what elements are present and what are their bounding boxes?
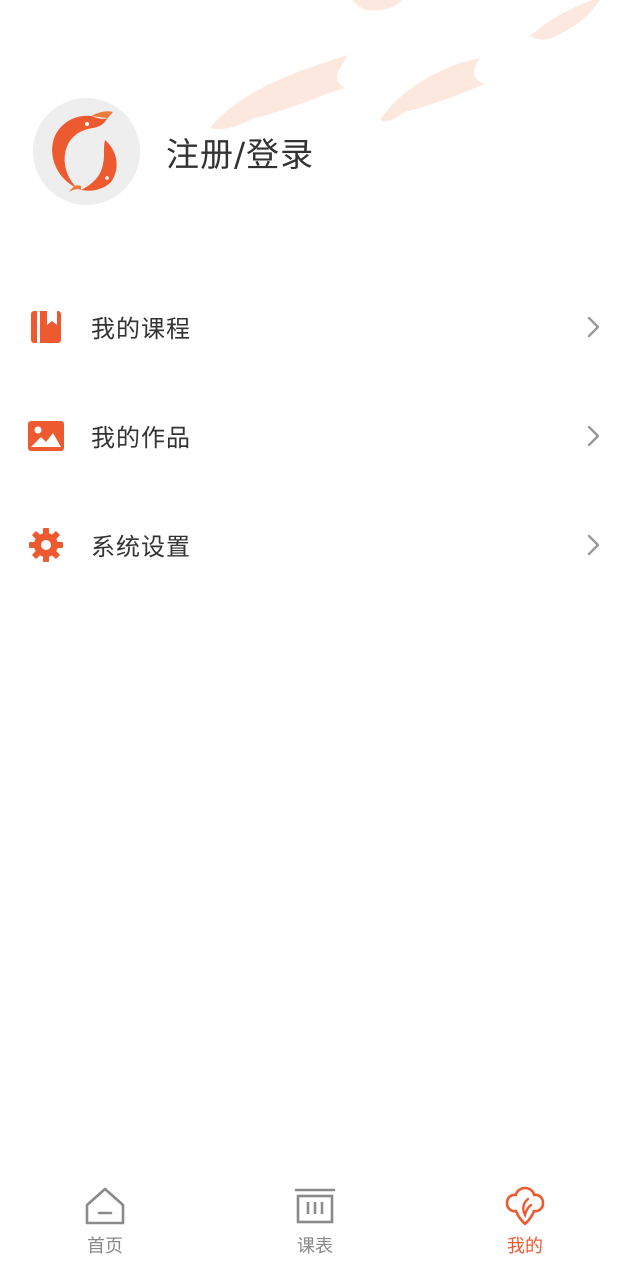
chevron-right-icon	[587, 316, 600, 337]
tab-schedule[interactable]: 课表	[210, 1180, 420, 1280]
menu-list: 我的课程 我的作品 系统设置	[0, 272, 630, 599]
menu-item-system-settings[interactable]: 系统设置	[0, 490, 630, 599]
avatar[interactable]	[33, 98, 140, 205]
tab-home[interactable]: 首页	[0, 1180, 210, 1280]
chevron-right-icon	[587, 534, 600, 555]
profile-fish-icon	[503, 1184, 547, 1228]
menu-item-label: 我的作品	[91, 424, 191, 452]
gear-icon	[27, 526, 65, 564]
koi-logo-icon	[51, 110, 117, 192]
tab-label: 首页	[87, 1236, 123, 1257]
home-icon	[83, 1184, 127, 1228]
tab-label: 我的	[507, 1236, 543, 1257]
tab-label: 课表	[297, 1236, 333, 1257]
profile-header[interactable]: 注册/登录	[33, 98, 314, 205]
menu-item-my-courses[interactable]: 我的课程	[0, 272, 630, 381]
chevron-right-icon	[587, 425, 600, 446]
picture-icon	[27, 417, 65, 455]
menu-item-my-works[interactable]: 我的作品	[0, 381, 630, 490]
tab-mine[interactable]: 我的	[420, 1180, 630, 1280]
schedule-icon	[293, 1184, 337, 1228]
course-book-icon	[27, 308, 65, 346]
profile-page: 注册/登录 我的课程 我的作品 系统设置 首页 课表 我的	[0, 0, 630, 1280]
menu-item-label: 系统设置	[91, 533, 191, 561]
menu-item-label: 我的课程	[91, 315, 191, 343]
login-register-link[interactable]: 注册/登录	[166, 128, 314, 176]
bottom-tab-bar: 首页 课表 我的	[0, 1180, 630, 1280]
